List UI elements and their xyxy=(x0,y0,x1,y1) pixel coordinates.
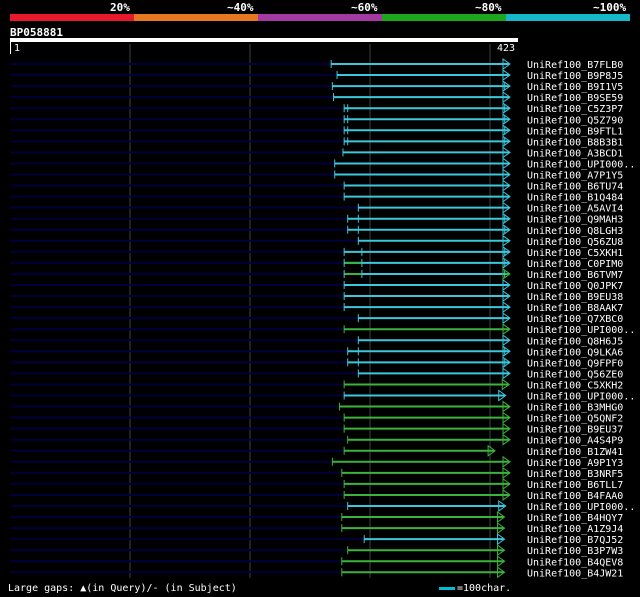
hit-name[interactable]: UniRef100_A3BCD1 xyxy=(527,148,623,159)
hit-row[interactable]: UniRef100_C5XKH1 xyxy=(10,245,623,259)
hit-name[interactable]: UniRef100_UPI000.. xyxy=(527,392,635,403)
hit-name[interactable]: UniRef100_B9EU38 xyxy=(527,292,623,303)
hit-row[interactable]: UniRef100_B9P8J5 xyxy=(10,69,623,82)
hit-name[interactable]: UniRef100_B1Q484 xyxy=(527,193,623,204)
hit-name[interactable]: UniRef100_UPI000.. xyxy=(527,159,635,170)
hit-row[interactable]: UniRef100_B3P7W3 xyxy=(10,544,623,557)
hit-row[interactable]: UniRef100_A5AVI4 xyxy=(10,201,623,215)
hit-row[interactable]: UniRef100_Q7XBC0 xyxy=(10,312,623,325)
hit-name[interactable]: UniRef100_Q5QNF2 xyxy=(527,414,623,425)
hit-row[interactable]: UniRef100_Q5QNF2 xyxy=(10,411,623,425)
hit-name[interactable]: UniRef100_UPI000.. xyxy=(527,325,635,336)
hit-name[interactable]: UniRef100_A4S4P9 xyxy=(527,436,623,447)
hit-row[interactable]: UniRef100_B6TLL7 xyxy=(10,477,623,491)
hit-row[interactable]: UniRef100_Q9LKA6 xyxy=(10,345,623,358)
hit-name[interactable]: UniRef100_Q7XBC0 xyxy=(527,314,623,325)
hit-name[interactable]: UniRef100_B3P7W3 xyxy=(527,546,623,557)
hit-row[interactable]: UniRef100_A7P1Y5 xyxy=(10,168,623,182)
hit-row[interactable]: UniRef100_Q56ZU8 xyxy=(10,234,623,248)
hit-name[interactable]: UniRef100_B7FLB0 xyxy=(527,60,623,71)
hit-row[interactable]: UniRef100_B1Q484 xyxy=(10,190,623,204)
hit-row[interactable]: UniRef100_B9FTL1 xyxy=(10,124,623,137)
hit-name[interactable]: UniRef100_B4QEV8 xyxy=(527,557,623,568)
hit-name[interactable]: UniRef100_C5Z3P7 xyxy=(527,104,623,115)
hit-name[interactable]: UniRef100_B6TLL7 xyxy=(527,480,623,491)
hit-name[interactable]: UniRef100_Q9LKA6 xyxy=(527,347,623,358)
hit-row[interactable]: UniRef100_C5Z3P7 xyxy=(10,102,623,115)
large-gaps-legend: Large gaps: ▲(in Query)/- (in Subject) xyxy=(8,583,237,594)
hit-name[interactable]: UniRef100_B7QJ52 xyxy=(527,535,623,546)
hit-row[interactable]: UniRef100_B4HQY7 xyxy=(10,511,623,524)
hit-row[interactable]: UniRef100_C5XKH2 xyxy=(10,378,623,391)
scale-label: =100char. xyxy=(457,583,512,594)
hit-row[interactable]: UniRef100_Q0JPK7 xyxy=(10,279,623,292)
hit-row[interactable]: UniRef100_Q8LGH3 xyxy=(10,223,623,237)
hit-row[interactable]: UniRef100_B1ZW41 xyxy=(10,444,623,458)
hit-row[interactable]: UniRef100_UPI000.. xyxy=(10,157,635,170)
hit-row[interactable]: UniRef100_B7QJ52 xyxy=(10,533,623,546)
hit-name[interactable]: UniRef100_B9EU37 xyxy=(527,425,623,436)
hit-name[interactable]: UniRef100_B3MHG0 xyxy=(527,403,623,414)
hit-row[interactable]: UniRef100_Q8H6J5 xyxy=(10,334,623,347)
hit-name[interactable]: UniRef100_C5XKH1 xyxy=(527,248,623,259)
hit-name[interactable]: UniRef100_Q56ZU8 xyxy=(527,237,623,248)
hit-row[interactable]: UniRef100_B3MHG0 xyxy=(10,400,623,414)
hit-row[interactable]: UniRef100_UPI000.. xyxy=(10,500,635,513)
hit-name[interactable]: UniRef100_B6TVM7 xyxy=(527,270,623,281)
hit-name[interactable]: UniRef100_Q8LGH3 xyxy=(527,226,623,237)
hit-name[interactable]: UniRef100_A9P1Y3 xyxy=(527,458,623,469)
hit-row[interactable]: UniRef100_B7FLB0 xyxy=(10,58,623,71)
hit-row[interactable]: UniRef100_B8AAK7 xyxy=(10,301,623,314)
hit-name[interactable]: UniRef100_A1Z9J4 xyxy=(527,524,623,535)
hit-row[interactable]: UniRef100_Q5Z790 xyxy=(10,113,623,126)
hit-name[interactable]: UniRef100_UPI000.. xyxy=(527,502,635,513)
hit-row[interactable]: UniRef100_B8B3B1 xyxy=(10,135,623,148)
scale-bar xyxy=(439,586,455,590)
hit-row[interactable]: UniRef100_UPI000.. xyxy=(10,323,635,336)
hit-row[interactable]: UniRef100_B9I1V5 xyxy=(10,80,623,93)
hit-row[interactable]: UniRef100_Q56ZE0 xyxy=(10,367,623,380)
hit-row[interactable]: UniRef100_B9EU37 xyxy=(10,422,623,436)
hit-name[interactable]: UniRef100_B4FAA0 xyxy=(527,491,623,502)
hit-name[interactable]: UniRef100_Q8H6J5 xyxy=(527,336,623,347)
hit-row[interactable]: UniRef100_B4JW21 xyxy=(10,566,623,579)
hit-name[interactable]: UniRef100_B8B3B1 xyxy=(527,137,623,148)
hit-name[interactable]: UniRef100_B6TU74 xyxy=(527,182,623,193)
hit-name[interactable]: UniRef100_C5XKH2 xyxy=(527,380,623,391)
hit-row[interactable]: UniRef100_B9SE59 xyxy=(10,91,623,104)
hit-name[interactable]: UniRef100_Q9FPF0 xyxy=(527,358,623,369)
hit-name[interactable]: UniRef100_Q5Z790 xyxy=(527,115,623,126)
hit-row[interactable]: UniRef100_Q9MAH3 xyxy=(10,212,623,226)
hit-row[interactable]: UniRef100_A3BCD1 xyxy=(10,146,623,159)
hit-name[interactable]: UniRef100_B9I1V5 xyxy=(527,82,623,93)
hit-name[interactable]: UniRef100_B8AAK7 xyxy=(527,303,623,314)
hit-name[interactable]: UniRef100_B4JW21 xyxy=(527,568,623,579)
hit-row[interactable]: UniRef100_B4QEV8 xyxy=(10,555,623,568)
scale-legend: =100char. xyxy=(439,583,511,594)
hit-name[interactable]: UniRef100_B3NRF5 xyxy=(527,469,623,480)
hit-row[interactable]: UniRef100_UPI000.. xyxy=(10,389,635,403)
hit-row[interactable]: UniRef100_B4FAA0 xyxy=(10,488,623,502)
hit-row[interactable]: UniRef100_Q9FPF0 xyxy=(10,356,623,369)
hit-name[interactable]: UniRef100_B9P8J5 xyxy=(527,71,623,82)
hit-name[interactable]: UniRef100_B9FTL1 xyxy=(527,126,623,137)
hit-row[interactable]: UniRef100_B3NRF5 xyxy=(10,466,623,480)
hit-row[interactable]: UniRef100_B9EU38 xyxy=(10,290,623,303)
hit-row[interactable]: UniRef100_C0PIM0 xyxy=(10,256,623,270)
hit-row[interactable]: UniRef100_B6TU74 xyxy=(10,179,623,193)
hit-name[interactable]: UniRef100_B9SE59 xyxy=(527,93,623,104)
hit-name[interactable]: UniRef100_Q56ZE0 xyxy=(527,369,623,380)
hit-row[interactable]: UniRef100_A4S4P9 xyxy=(10,433,623,447)
hit-name[interactable]: UniRef100_Q0JPK7 xyxy=(527,281,623,292)
hit-row[interactable]: UniRef100_A1Z9J4 xyxy=(10,522,623,535)
hit-row[interactable]: UniRef100_B6TVM7 xyxy=(10,267,623,281)
hit-name[interactable]: UniRef100_B1ZW41 xyxy=(527,447,623,458)
hit-name[interactable]: UniRef100_C0PIM0 xyxy=(527,259,623,270)
hit-name[interactable]: UniRef100_B4HQY7 xyxy=(527,513,623,524)
hit-name[interactable]: UniRef100_A5AVI4 xyxy=(527,204,623,215)
alignment-plot: UniRef100_B7FLB0UniRef100_B9P8J5UniRef10… xyxy=(10,44,635,579)
hit-row[interactable]: UniRef100_A9P1Y3 xyxy=(10,455,623,469)
hit-name[interactable]: UniRef100_Q9MAH3 xyxy=(527,215,623,226)
hit-name[interactable]: UniRef100_A7P1Y5 xyxy=(527,171,623,182)
